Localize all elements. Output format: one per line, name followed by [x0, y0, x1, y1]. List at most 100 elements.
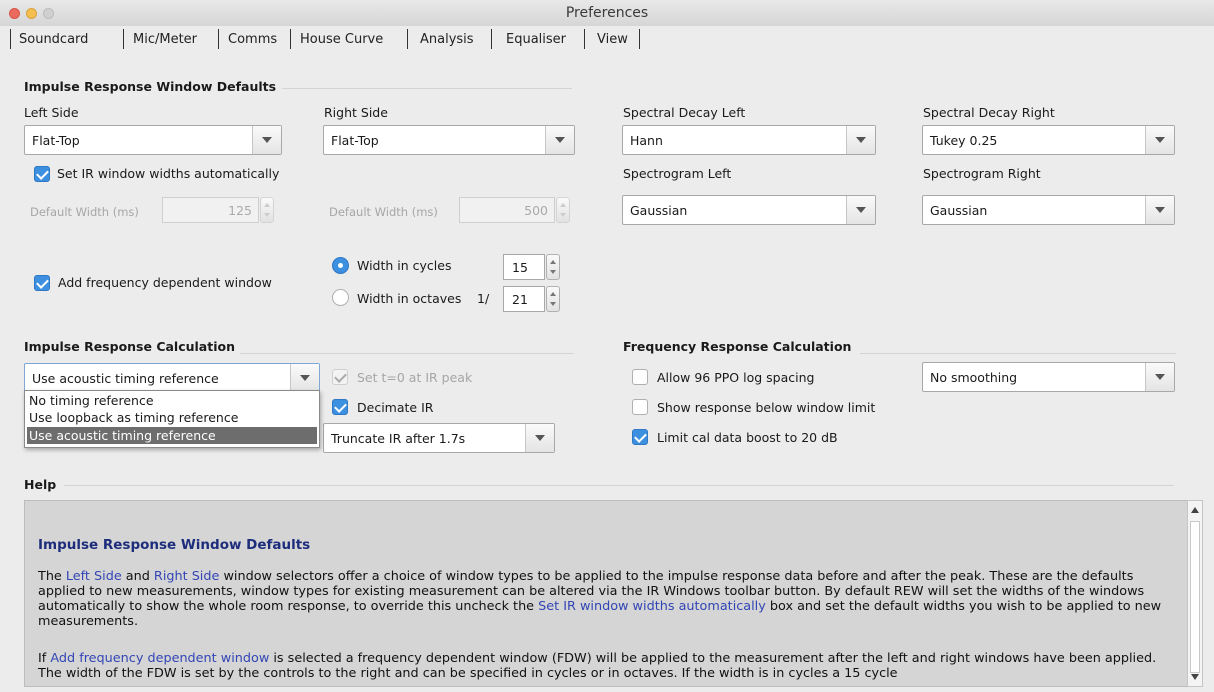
tab-mic-meter[interactable]: Mic/Meter — [133, 32, 197, 47]
help-heading: Impulse Response Window Defaults — [38, 537, 311, 553]
right-default-width-value: 500 — [524, 203, 548, 218]
fdw-checkbox[interactable] — [34, 275, 50, 291]
spectrogram-left-value: Gaussian — [630, 203, 688, 218]
scroll-thumb[interactable] — [1190, 521, 1200, 673]
right-width-stepper[interactable] — [556, 197, 570, 223]
timing-reference-select[interactable]: Use acoustic timing reference — [24, 363, 320, 393]
timing-reference-dropdown: No timing reference Use loopback as timi… — [24, 390, 320, 448]
cycles-value: 15 — [512, 260, 528, 275]
dropdown-option-no-timing[interactable]: No timing reference — [27, 392, 317, 409]
limit-cal-boost-label: Limit cal data boost to 20 dB — [657, 430, 838, 445]
help-scrollbar[interactable] — [1187, 500, 1203, 687]
show-below-limit-label: Show response below window limit — [657, 400, 876, 415]
tab-separator — [290, 29, 291, 49]
help-text: If — [38, 651, 51, 666]
decimate-checkbox[interactable] — [332, 399, 348, 415]
truncate-select[interactable]: Truncate IR after 1.7s — [323, 423, 555, 453]
spectral-decay-left-label: Spectral Decay Left — [623, 105, 746, 120]
right-default-width-label: Default Width (ms) — [329, 205, 438, 219]
right-side-value: Flat-Top — [331, 133, 379, 148]
cycles-stepper[interactable] — [546, 254, 560, 280]
timing-reference-value: Use acoustic timing reference — [32, 371, 219, 386]
show-below-limit-checkbox[interactable] — [632, 399, 648, 415]
chevron-down-icon — [846, 126, 875, 154]
help-paragraph-1: The Left Side and Right Side window sele… — [38, 569, 1176, 629]
smoothing-select[interactable]: No smoothing — [922, 362, 1175, 392]
fdw-label: Add frequency dependent window — [58, 275, 272, 290]
left-default-width-field[interactable]: 125 — [162, 197, 259, 223]
auto-width-checkbox[interactable] — [34, 166, 50, 182]
help-link-left-side[interactable]: Left Side — [66, 569, 122, 584]
chevron-down-icon — [1145, 196, 1174, 224]
chevron-down-icon — [252, 126, 281, 154]
help-link-fdw[interactable]: Add frequency dependent window — [50, 651, 269, 666]
smoothing-value: No smoothing — [930, 370, 1018, 385]
left-default-width-value: 125 — [228, 203, 252, 218]
limit-cal-boost-checkbox[interactable] — [632, 429, 648, 445]
dropdown-option-acoustic[interactable]: Use acoustic timing reference — [27, 427, 317, 444]
cycles-field[interactable]: 15 — [503, 254, 545, 280]
spectral-decay-right-label: Spectral Decay Right — [923, 105, 1055, 120]
ppo-checkbox[interactable] — [632, 369, 648, 385]
octaves-field[interactable]: 21 — [503, 286, 545, 312]
irwd-section-title: Impulse Response Window Defaults — [24, 79, 277, 94]
left-width-stepper[interactable] — [260, 197, 274, 223]
spectrogram-left-select[interactable]: Gaussian — [622, 195, 876, 225]
right-side-select[interactable]: Flat-Top — [323, 125, 575, 155]
left-side-label: Left Side — [24, 105, 79, 120]
section-divider — [240, 353, 574, 354]
chevron-down-icon — [1145, 126, 1174, 154]
tab-view[interactable]: View — [597, 32, 628, 47]
tab-separator — [407, 29, 408, 49]
spectral-decay-left-value: Hann — [630, 133, 663, 148]
spectrogram-left-label: Spectrogram Left — [623, 166, 732, 181]
spectrogram-right-value: Gaussian — [930, 203, 988, 218]
chevron-down-icon — [525, 424, 554, 452]
help-link-right-side[interactable]: Right Side — [154, 569, 219, 584]
section-divider — [860, 353, 1176, 354]
chevron-down-icon — [545, 126, 574, 154]
help-text: and — [121, 569, 154, 584]
chevron-down-icon — [1145, 363, 1174, 391]
help-text-area[interactable]: Impulse Response Window Defaults The Lef… — [24, 500, 1188, 687]
section-divider — [64, 485, 1174, 486]
right-default-width-field[interactable]: 500 — [459, 197, 555, 223]
tab-analysis[interactable]: Analysis — [420, 32, 474, 47]
width-in-cycles-label: Width in cycles — [357, 258, 452, 273]
ppo-label: Allow 96 PPO log spacing — [657, 370, 815, 385]
decimate-label: Decimate IR — [357, 400, 434, 415]
tab-comms[interactable]: Comms — [228, 32, 277, 47]
tab-house-curve[interactable]: House Curve — [300, 32, 383, 47]
help-link-auto-width[interactable]: Set IR window widths automatically — [538, 599, 766, 614]
octaves-value: 21 — [512, 292, 528, 307]
irc-section-title: Impulse Response Calculation — [24, 339, 235, 354]
tab-separator — [123, 29, 124, 49]
spectral-decay-right-select[interactable]: Tukey 0.25 — [922, 125, 1175, 155]
tab-separator — [639, 29, 640, 49]
set-t0-label: Set t=0 at IR peak — [357, 370, 473, 385]
help-paragraph-2: If Add frequency dependent window is sel… — [38, 651, 1176, 681]
spectrogram-right-select[interactable]: Gaussian — [922, 195, 1175, 225]
scroll-up-icon[interactable] — [1191, 507, 1199, 513]
spectral-decay-left-select[interactable]: Hann — [622, 125, 876, 155]
octaves-stepper[interactable] — [546, 286, 560, 312]
help-text: The — [38, 569, 66, 584]
width-in-octaves-label: Width in octaves — [357, 291, 462, 306]
tab-equaliser[interactable]: Equaliser — [506, 32, 566, 47]
left-side-select[interactable]: Flat-Top — [24, 125, 282, 155]
width-in-cycles-radio[interactable] — [332, 257, 349, 274]
scroll-down-icon[interactable] — [1191, 674, 1199, 680]
tab-soundcard[interactable]: Soundcard — [19, 32, 88, 47]
left-default-width-label: Default Width (ms) — [30, 205, 139, 219]
title-bar: Preferences — [0, 0, 1214, 27]
frc-section-title: Frequency Response Calculation — [623, 339, 852, 354]
width-in-octaves-radio[interactable] — [332, 289, 349, 306]
tab-bar: Soundcard Mic/Meter Comms House Curve An… — [0, 26, 1214, 53]
tab-separator — [584, 29, 585, 49]
auto-width-label: Set IR window widths automatically — [57, 166, 280, 181]
dropdown-option-loopback[interactable]: Use loopback as timing reference — [27, 409, 317, 426]
set-t0-checkbox[interactable] — [332, 369, 348, 385]
tab-separator — [10, 29, 11, 49]
tab-separator — [491, 29, 492, 49]
chevron-down-icon — [290, 364, 319, 392]
